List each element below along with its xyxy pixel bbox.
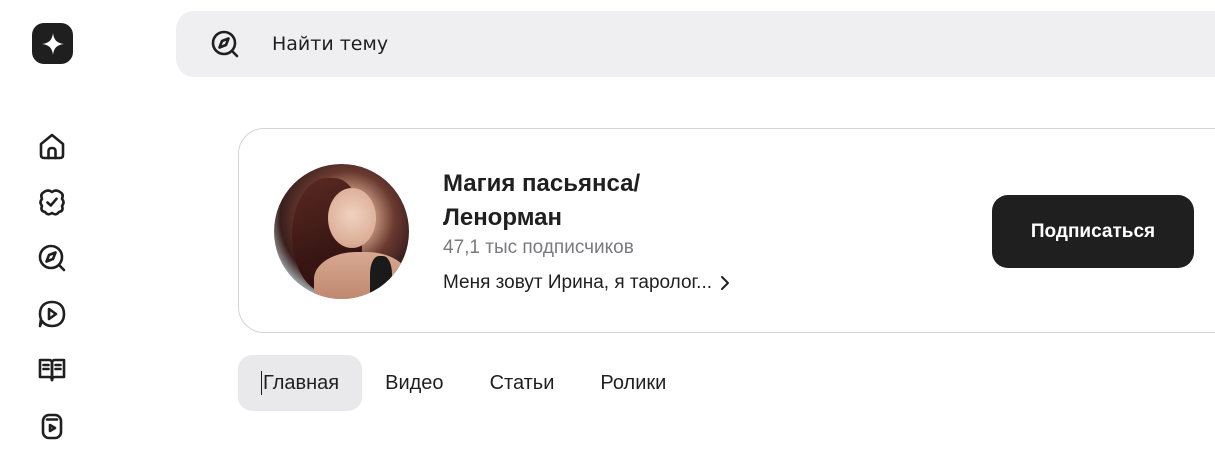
text-caret: [261, 371, 262, 395]
tab-articles-label: Статьи: [489, 371, 555, 394]
subscriptions-icon[interactable]: [33, 183, 71, 221]
tab-video-label: Видео: [385, 371, 444, 394]
channel-page: Магия пасьянса/ Ленорман 47,1 тыс подпис…: [0, 0, 1215, 466]
compass-search-icon: [208, 27, 242, 61]
channel-card: Магия пасьянса/ Ленорман 47,1 тыс подпис…: [238, 128, 1215, 333]
subscriber-count: 47,1 тыс подписчиков: [443, 237, 634, 258]
channel-title-line2: Ленорман: [443, 204, 562, 231]
tab-shorts-label: Ролики: [600, 371, 667, 394]
tab-articles[interactable]: Статьи: [467, 355, 578, 411]
home-icon[interactable]: [33, 127, 71, 165]
shorts-icon[interactable]: [33, 407, 71, 445]
tab-main-label: Главная: [263, 371, 340, 394]
description-text: Меня зовут Ирина, я таролог...: [443, 272, 712, 293]
subscribe-button[interactable]: Подписаться: [992, 195, 1194, 268]
channel-tabs: Главная Видео Статьи Ролики: [238, 355, 689, 411]
compass-icon[interactable]: [33, 239, 71, 277]
channel-description[interactable]: Меня зовут Ирина, я таролог...: [443, 272, 732, 294]
chevron-right-icon: [721, 276, 729, 290]
tab-main[interactable]: Главная: [238, 355, 363, 411]
video-play-icon[interactable]: [33, 295, 71, 333]
tab-shorts[interactable]: Ролики: [577, 355, 689, 411]
tab-video[interactable]: Видео: [362, 355, 466, 411]
articles-book-icon[interactable]: [33, 351, 71, 389]
avatar[interactable]: [274, 164, 409, 299]
search-input[interactable]: [272, 29, 872, 59]
channel-title[interactable]: Магия пасьянса/ Ленорман: [443, 167, 743, 235]
channel-title-line1: Магия пасьянса/: [443, 170, 641, 197]
search-bar[interactable]: [176, 11, 1215, 77]
sparkle-logo-icon[interactable]: [32, 23, 73, 64]
